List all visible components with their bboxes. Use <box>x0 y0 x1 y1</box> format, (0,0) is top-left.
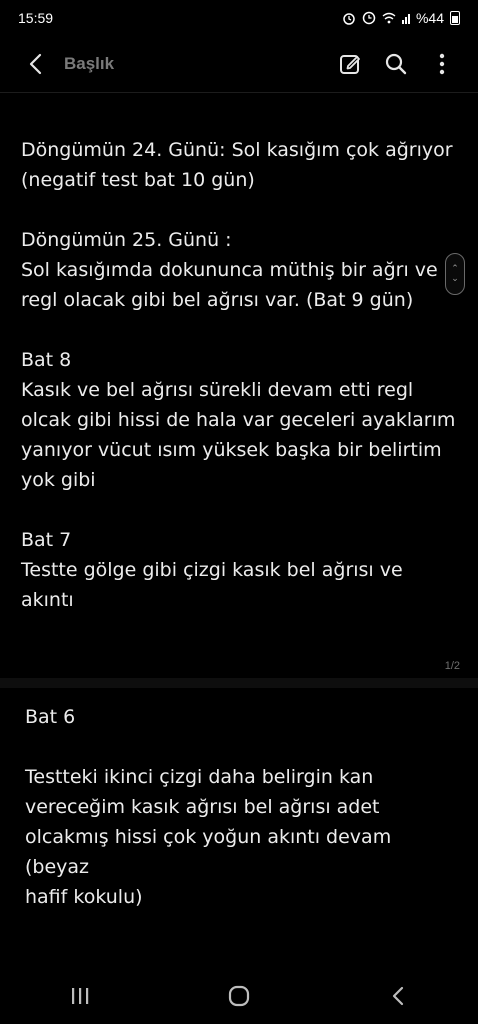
page-divider <box>0 678 478 688</box>
app-bar-actions <box>336 50 478 78</box>
note-page-1[interactable]: Döngümün 24. Günü: Sol kasığım çok ağrıy… <box>0 93 478 678</box>
back-nav-button[interactable] <box>368 974 428 1018</box>
signal-icon <box>401 12 410 24</box>
status-bar: 15:59 %44 <box>0 0 478 36</box>
back-button[interactable] <box>12 40 60 88</box>
note-title[interactable]: Başlık <box>64 54 114 74</box>
note-page-2[interactable]: Bat 6 Testteki ikinci çizgi daha belirgi… <box>0 688 478 978</box>
chevron-down-icon: ⌄ <box>451 274 459 284</box>
recent-apps-icon <box>71 988 88 1004</box>
alarm-icon <box>343 13 355 25</box>
home-icon <box>228 985 250 1007</box>
status-time: 15:59 <box>18 10 54 26</box>
note-text-page-1[interactable]: Döngümün 24. Günü: Sol kasığım çok ağrıy… <box>21 135 460 615</box>
note-text-page-2[interactable]: Bat 6 Testteki ikinci çizgi daha belirgi… <box>25 702 460 912</box>
recent-apps-button[interactable] <box>50 974 110 1018</box>
scroll-handle[interactable]: ⌃ ⌄ <box>445 253 465 295</box>
app-bar: Başlık <box>0 36 478 93</box>
search-button[interactable] <box>382 50 410 78</box>
back-icon <box>29 53 42 75</box>
home-button[interactable] <box>209 974 269 1018</box>
navigation-bar <box>0 968 478 1024</box>
battery-icon <box>450 11 460 25</box>
more-options-button[interactable] <box>428 50 456 78</box>
edit-icon <box>340 55 360 74</box>
page-indicator: 1/2 <box>444 660 460 672</box>
more-vert-icon <box>439 53 445 75</box>
battery-percent: %44 <box>415 10 444 26</box>
back-nav-icon <box>393 986 404 1006</box>
edit-button[interactable] <box>336 50 364 78</box>
search-icon <box>385 53 407 75</box>
wifi-icon <box>382 12 396 24</box>
alarm-clock-icon <box>362 11 376 25</box>
status-icons: %44 <box>342 10 460 26</box>
chevron-up-icon: ⌃ <box>451 264 459 274</box>
